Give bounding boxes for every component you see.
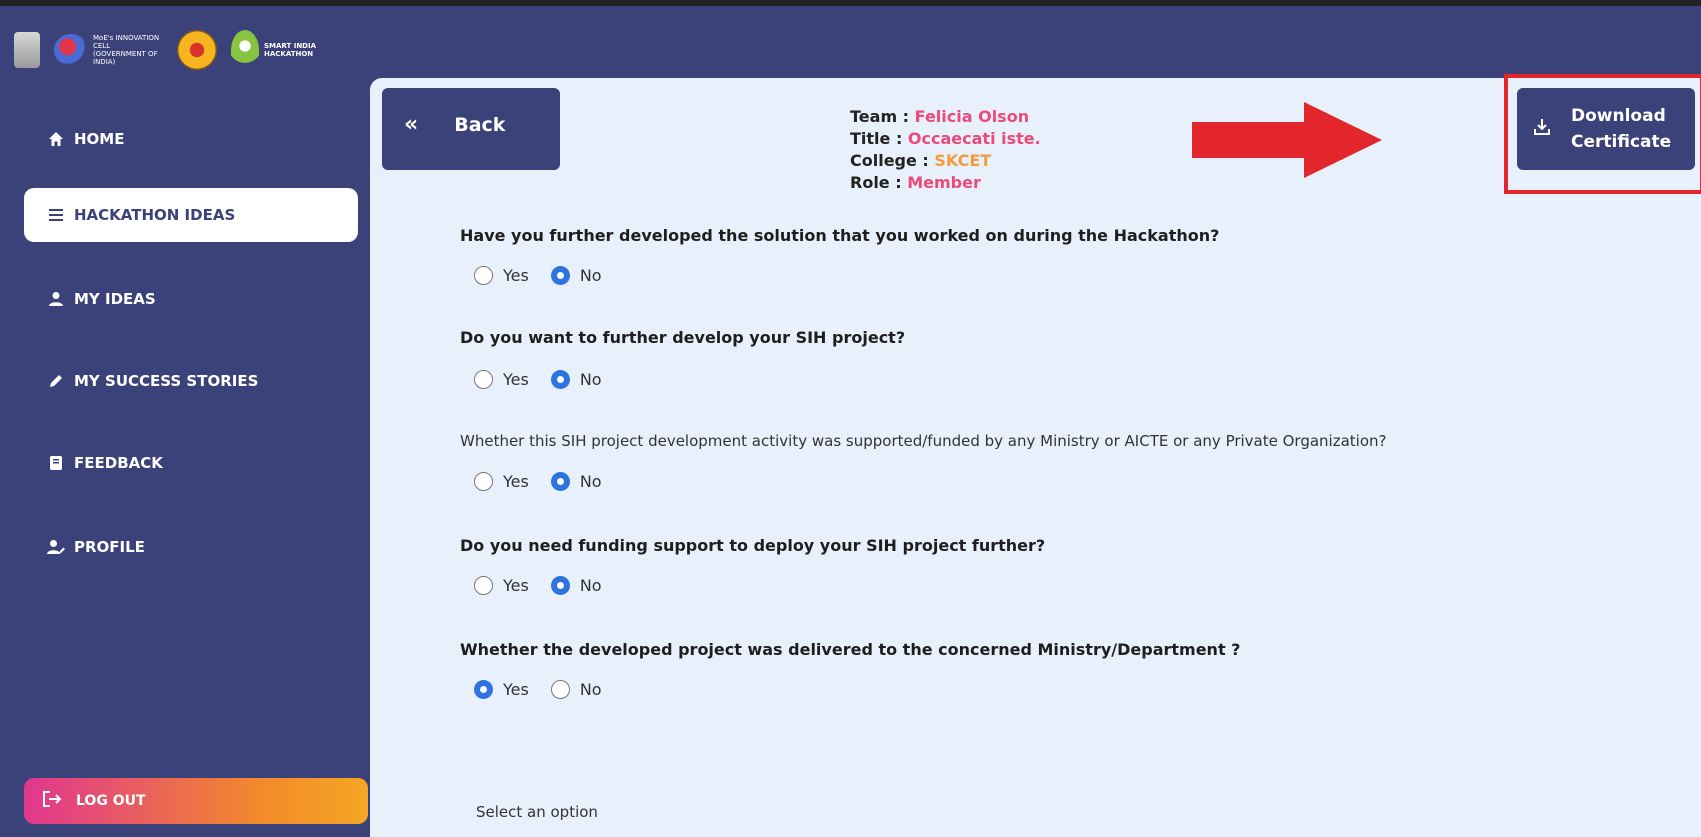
sidebar-item-label: MY SUCCESS STORIES: [74, 372, 259, 390]
question-3: Whether this SIH project development act…: [460, 432, 1387, 450]
college-row: College : SKCET: [850, 150, 1041, 172]
highlight-box-annotation: [1504, 74, 1701, 194]
moe-innovation-cell-logo: MoE's INNOVATION CELL (GOVERNMENT OF IND…: [54, 34, 163, 66]
menu-icon: [46, 208, 66, 222]
question-4-options: Yes No: [474, 576, 624, 595]
question-2: Do you want to further develop your SIH …: [460, 328, 906, 347]
role-row: Role : Member: [850, 172, 1041, 194]
team-row: Team : Felicia Olson: [850, 106, 1041, 128]
user-icon: [46, 291, 66, 307]
main-content: « Back Team : Felicia Olson Title : Occa…: [370, 74, 1701, 837]
sidebar-item-my-success-stories[interactable]: MY SUCCESS STORIES: [24, 354, 358, 408]
sidebar-item-my-ideas[interactable]: MY IDEAS: [24, 272, 358, 326]
option-yes[interactable]: Yes: [474, 472, 529, 491]
logo-row: MoE's INNOVATION CELL (GOVERNMENT OF IND…: [14, 30, 320, 70]
role-value: Member: [907, 173, 981, 192]
option-yes-label: Yes: [503, 266, 529, 285]
red-arrow-annotation: [1192, 102, 1382, 178]
college-value: SKCET: [934, 151, 992, 170]
radio-yes[interactable]: [474, 680, 493, 699]
option-no-label: No: [579, 370, 602, 389]
option-no[interactable]: No: [550, 576, 602, 595]
question-4: Do you need funding support to deploy yo…: [460, 536, 1046, 555]
question-2-options: Yes No: [474, 370, 624, 389]
radio-yes[interactable]: [474, 266, 493, 285]
bulb-icon: [231, 30, 259, 70]
sidebar-item-label: FEEDBACK: [74, 454, 163, 472]
option-no[interactable]: No: [550, 472, 602, 491]
option-yes-label: Yes: [503, 576, 529, 595]
user-edit-icon: [46, 539, 66, 555]
smart-india-hackathon-logo: SMART INDIA HACKATHON: [231, 30, 320, 70]
radio-yes[interactable]: [474, 576, 493, 595]
sidebar-item-label: HACKATHON IDEAS: [74, 206, 236, 224]
title-label: Title :: [850, 129, 908, 148]
option-no-label: No: [579, 266, 602, 285]
option-yes-label: Yes: [503, 370, 529, 389]
option-no[interactable]: No: [550, 370, 602, 389]
radio-yes[interactable]: [474, 472, 493, 491]
moe-logo-text: MoE's INNOVATION CELL (GOVERNMENT OF IND…: [93, 34, 160, 66]
option-yes[interactable]: Yes: [474, 576, 529, 595]
question-3-options: Yes No: [474, 472, 624, 491]
radio-no[interactable]: [550, 370, 570, 389]
team-label: Team :: [850, 107, 915, 126]
sidebar-item-profile[interactable]: PROFILE: [24, 520, 358, 574]
radio-no[interactable]: [550, 266, 570, 285]
logout-label: LOG OUT: [76, 793, 146, 809]
book-icon: [46, 455, 66, 471]
option-yes[interactable]: Yes: [474, 680, 529, 699]
back-label: Back: [454, 114, 506, 136]
pencil-icon: [46, 373, 66, 389]
radio-no[interactable]: [550, 576, 570, 595]
question-1-options: Yes No: [474, 266, 624, 285]
sidebar: HOME HACKATHON IDEAS MY IDEAS MY SUCCESS…: [0, 78, 370, 837]
sidebar-item-label: PROFILE: [74, 538, 145, 556]
logout-icon: [42, 790, 62, 813]
home-icon: [46, 131, 66, 147]
top-bar: MoE's INNOVATION CELL (GOVERNMENT OF IND…: [0, 0, 1701, 78]
radio-no[interactable]: [550, 680, 570, 699]
option-yes[interactable]: Yes: [474, 266, 529, 285]
sidebar-item-home[interactable]: HOME: [24, 112, 358, 166]
role-label: Role :: [850, 173, 908, 192]
select-option-dropdown[interactable]: Select an option: [476, 803, 598, 821]
option-yes[interactable]: Yes: [474, 370, 529, 389]
option-no-label: No: [579, 576, 602, 595]
option-no-label: No: [579, 472, 602, 491]
aicte-logo: [177, 30, 217, 70]
option-yes-label: Yes: [503, 680, 529, 699]
question-5: Whether the developed project was delive…: [460, 640, 1241, 659]
back-button[interactable]: « Back: [382, 88, 560, 170]
radio-no[interactable]: [550, 472, 570, 491]
option-no-label: No: [579, 680, 602, 699]
question-5-options: Yes No: [474, 680, 624, 699]
sidebar-item-label: MY IDEAS: [74, 290, 156, 308]
double-chevron-left-icon: «: [404, 112, 419, 137]
sih-logo-text: SMART INDIA HACKATHON: [264, 42, 317, 58]
sidebar-item-hackathon-ideas[interactable]: HACKATHON IDEAS: [24, 188, 358, 242]
title-row: Title : Occaecati iste.: [850, 128, 1041, 150]
option-yes-label: Yes: [503, 472, 529, 491]
title-value: Occaecati iste.: [907, 129, 1041, 148]
question-1: Have you further developed the solution …: [460, 226, 1220, 245]
sidebar-item-feedback[interactable]: FEEDBACK: [24, 436, 358, 490]
logout-button[interactable]: LOG OUT: [24, 778, 368, 824]
national-emblem-logo: [14, 32, 40, 68]
team-info: Team : Felicia Olson Title : Occaecati i…: [850, 106, 1041, 194]
team-value: Felicia Olson: [914, 107, 1030, 126]
option-no[interactable]: No: [550, 266, 602, 285]
sidebar-item-label: HOME: [74, 130, 125, 148]
option-no[interactable]: No: [550, 680, 602, 699]
moe-mark-icon: [54, 34, 88, 66]
college-label: College :: [850, 151, 935, 170]
radio-yes[interactable]: [474, 370, 493, 389]
